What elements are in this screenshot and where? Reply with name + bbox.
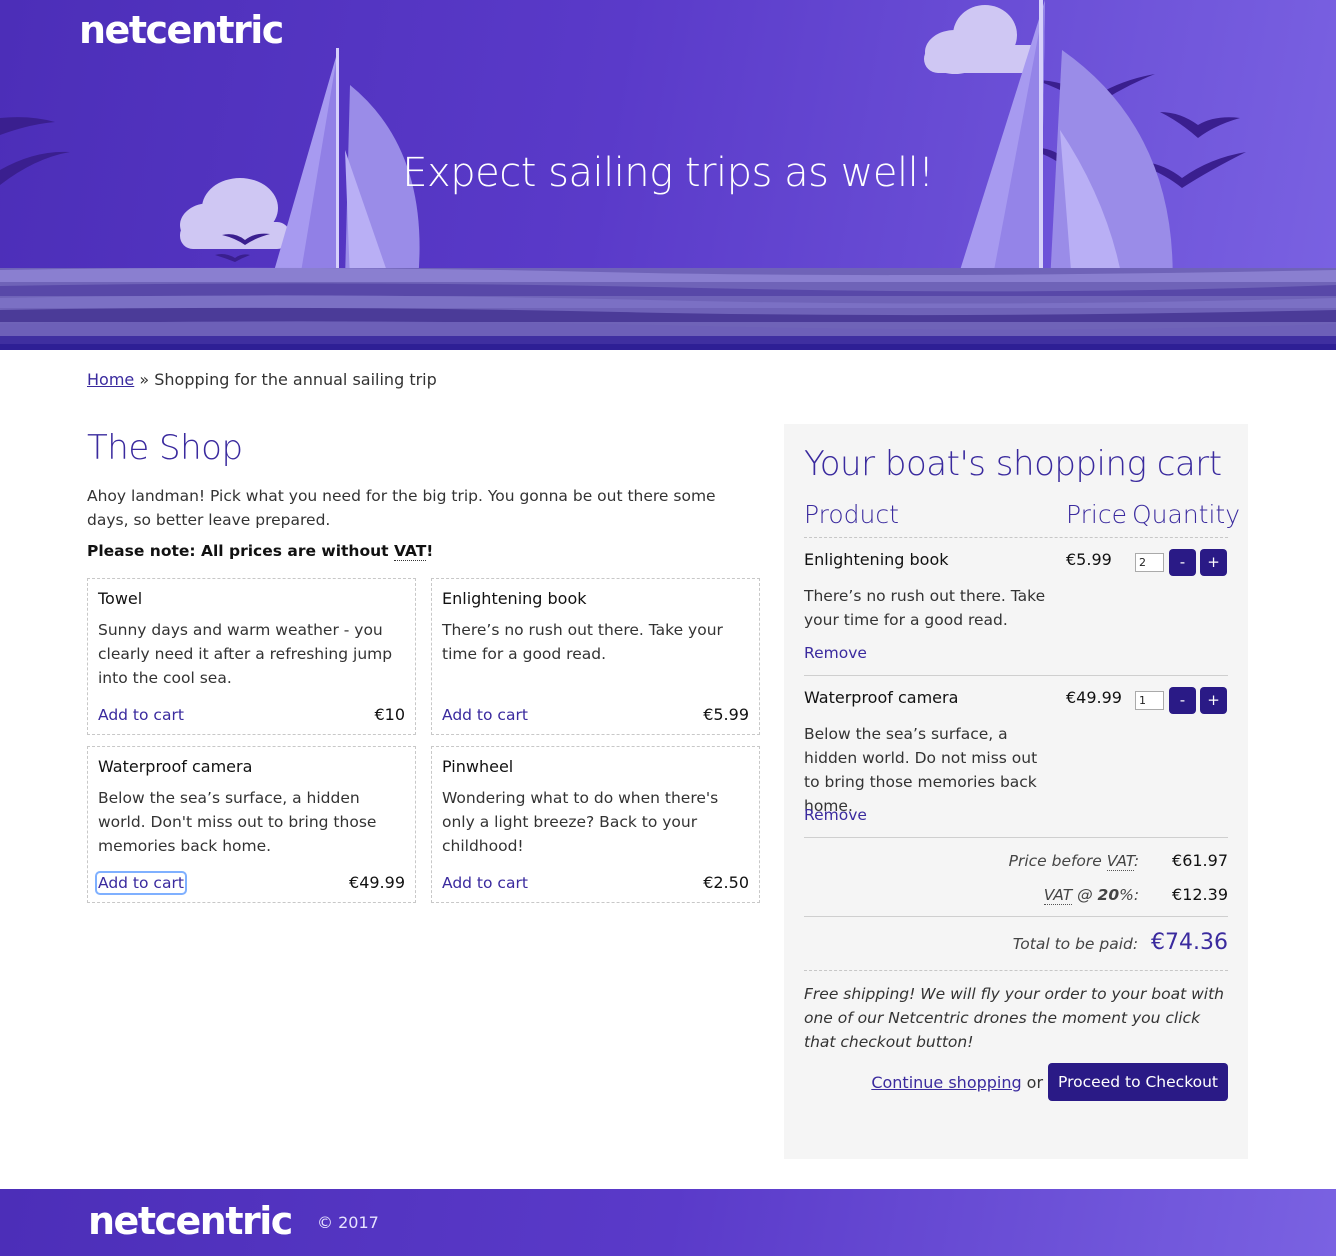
footer-logo[interactable]: netcentric (88, 1199, 293, 1243)
add-to-cart-button[interactable]: Add to cart (442, 874, 528, 892)
vat-abbr: VAT (393, 542, 427, 561)
grand-total-label: Total to be paid: (1012, 935, 1139, 953)
shop-title: The Shop (87, 428, 243, 468)
cart-title: Your boat's shopping cart (804, 444, 1222, 484)
remove-item-link[interactable]: Remove (804, 806, 867, 824)
increase-quantity-button[interactable]: + (1200, 687, 1227, 714)
cart-item: Enlightening book €5.99 2 - + There’s no… (804, 538, 1228, 676)
price-before-vat-text: Price before (1008, 852, 1107, 870)
product-description: There’s no rush out there. Take your tim… (442, 621, 723, 663)
totals-divider (804, 916, 1228, 917)
vat-note-prefix: Please note: All prices are without (87, 542, 394, 560)
product-card: Pinwheel Wondering what to do when there… (431, 746, 760, 903)
product-price: €5.99 (703, 705, 749, 724)
product-card: Waterproof camera Below the sea’s surfac… (87, 746, 416, 903)
breadcrumb-separator: » (139, 370, 150, 389)
vat-note-suffix: ! (426, 542, 434, 560)
cart-item-description: Below the sea’s surface, a hidden world.… (804, 725, 1038, 815)
shop-section: The Shop Ahoy landman! Pick what you nee… (87, 428, 760, 903)
cart-item: Waterproof camera €49.99 1 - + Below the… (804, 676, 1228, 838)
continue-shopping-link[interactable]: Continue shopping (871, 1073, 1021, 1092)
product-price: €2.50 (703, 873, 749, 892)
vat-row: VAT @ 20%: €12.39 (1043, 885, 1228, 905)
vat-value: €12.39 (1172, 885, 1228, 904)
hero-banner: netcentric Expect sailing trips as well! (0, 0, 1336, 350)
proceed-to-checkout-button[interactable]: Proceed to Checkout (1048, 1063, 1228, 1101)
header-logo[interactable]: netcentric (79, 8, 284, 52)
hero-title: Expect sailing trips as well! (402, 150, 934, 196)
remove-item-link[interactable]: Remove (804, 644, 867, 662)
vat-at: @ (1072, 886, 1098, 904)
product-description: Sunny days and warm weather - you clearl… (98, 621, 393, 687)
cart-col-product: Product (804, 500, 899, 529)
product-description: Wondering what to do when there's only a… (442, 789, 719, 855)
increase-quantity-button[interactable]: + (1200, 549, 1227, 576)
product-card: Towel Sunny days and warm weather - you … (87, 578, 416, 735)
cart-header-row: Product Price Quantity (804, 500, 1240, 538)
grand-total-row: Total to be paid: €74.36 (1013, 930, 1228, 955)
quantity-input[interactable]: 1 (1135, 691, 1164, 710)
shipping-divider (804, 970, 1228, 971)
decrease-quantity-button[interactable]: - (1169, 549, 1196, 576)
vat-suffix: %: (1119, 886, 1140, 904)
breadcrumb: Home » Shopping for the annual sailing t… (87, 370, 437, 389)
cart-item-name: Waterproof camera (804, 688, 959, 707)
add-to-cart-button[interactable]: Add to cart (95, 870, 187, 895)
price-before-vat-value: €61.97 (1172, 851, 1228, 870)
grand-total-value: €74.36 (1151, 930, 1228, 955)
footer: netcentric © 2017 (0, 1189, 1336, 1256)
or-text: or (1026, 1072, 1044, 1092)
shipping-note: Free shipping! We will fly your order to… (804, 985, 1224, 1051)
vat-abbr: VAT (1106, 852, 1134, 871)
shopping-cart: Your boat's shopping cart Product Price … (784, 424, 1248, 1159)
product-price: €49.99 (349, 873, 405, 892)
vat-rate: 20 (1097, 886, 1120, 904)
cart-item-price: €5.99 (1066, 550, 1112, 569)
vat-abbr: VAT (1043, 886, 1073, 905)
add-to-cart-button[interactable]: Add to cart (442, 706, 528, 724)
product-name: Pinwheel (442, 757, 514, 776)
shop-intro: Ahoy landman! Pick what you need for the… (87, 487, 716, 529)
cart-col-price: Price (1066, 500, 1127, 529)
add-to-cart-button[interactable]: Add to cart (98, 706, 184, 724)
product-name: Towel (98, 589, 143, 608)
product-description: Below the sea’s surface, a hidden world.… (98, 789, 377, 855)
breadcrumb-current: Shopping for the annual sailing trip (154, 370, 437, 389)
product-name: Enlightening book (442, 589, 587, 608)
cart-actions: Continue shopping or Proceed to Checkout (871, 1063, 1228, 1101)
price-before-vat-colon: : (1133, 852, 1140, 870)
price-before-vat-row: Price before VAT: €61.97 (1008, 851, 1228, 871)
vat-label: VAT @ 20%: (1043, 886, 1140, 905)
cart-col-quantity: Quantity (1132, 500, 1241, 529)
vat-note: Please note: All prices are without VAT! (87, 542, 760, 561)
breadcrumb-home-link[interactable]: Home (87, 370, 134, 389)
cart-item-price: €49.99 (1066, 688, 1122, 707)
cart-item-name: Enlightening book (804, 550, 949, 569)
product-price: €10 (374, 705, 405, 724)
product-name: Waterproof camera (98, 757, 253, 776)
product-card: Enlightening book There’s no rush out th… (431, 578, 760, 735)
sea-waves (0, 267, 1336, 350)
cart-item-description: There’s no rush out there. Take your tim… (804, 587, 1046, 629)
decrease-quantity-button[interactable]: - (1169, 687, 1196, 714)
price-before-vat-label: Price before VAT: (1008, 852, 1140, 871)
copyright: © 2017 (317, 1213, 379, 1232)
quantity-input[interactable]: 2 (1135, 553, 1164, 572)
